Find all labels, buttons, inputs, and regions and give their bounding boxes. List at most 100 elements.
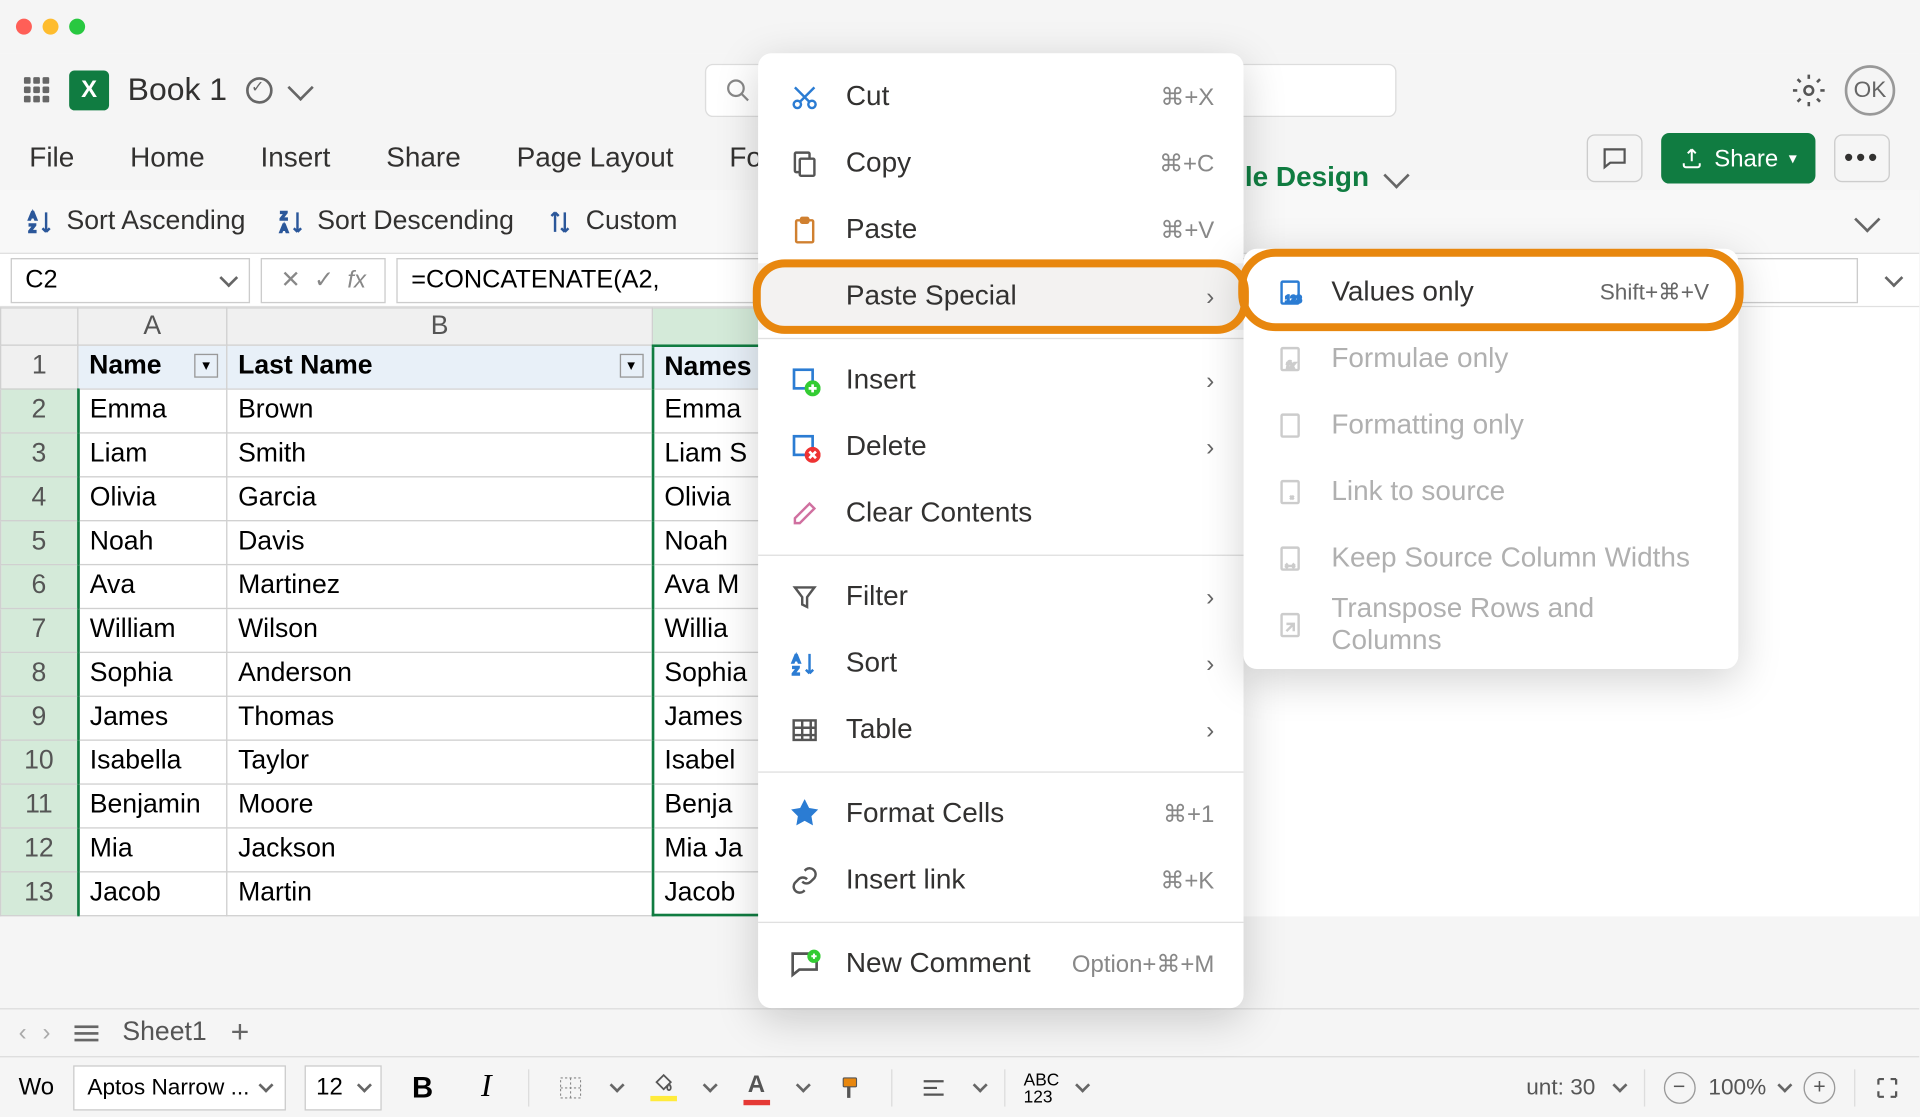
cell[interactable]: Moore: [227, 783, 653, 827]
cell[interactable]: Martinez: [227, 564, 653, 608]
row-header[interactable]: 5: [1, 520, 78, 564]
filter-dropdown-icon[interactable]: ▾: [194, 354, 218, 378]
row-header[interactable]: 10: [1, 739, 78, 783]
row-header[interactable]: 1: [1, 345, 78, 388]
menu-table-design[interactable]: le Design: [1245, 162, 1406, 194]
formula-expand-button[interactable]: [1869, 276, 1920, 284]
context-sort[interactable]: AZ Sort ›: [758, 630, 1243, 697]
cell[interactable]: Taylor: [227, 739, 653, 783]
cell[interactable]: Liam: [78, 432, 227, 476]
select-all-corner[interactable]: [1, 308, 78, 345]
cell[interactable]: Olivia: [78, 476, 227, 520]
cell[interactable]: Brown: [227, 388, 653, 432]
menu-file[interactable]: File: [29, 142, 74, 174]
cell[interactable]: Emma: [78, 388, 227, 432]
sheet-list-button[interactable]: [74, 1025, 98, 1041]
cell[interactable]: William: [78, 608, 227, 652]
sheet-nav-next[interactable]: ›: [43, 1019, 51, 1047]
chevron-down-icon[interactable]: [1612, 1077, 1627, 1092]
cell[interactable]: Davis: [227, 520, 653, 564]
row-header[interactable]: 13: [1, 871, 78, 915]
context-clear-contents[interactable]: Clear Contents: [758, 480, 1243, 547]
more-options-button[interactable]: •••: [1834, 134, 1890, 182]
chevron-down-icon[interactable]: [609, 1077, 624, 1092]
zoom-level[interactable]: 100%: [1708, 1074, 1766, 1101]
number-format-button[interactable]: ABC123: [1024, 1065, 1060, 1110]
cell[interactable]: Wilson: [227, 608, 653, 652]
cell[interactable]: Thomas: [227, 696, 653, 740]
chevron-down-icon[interactable]: [972, 1077, 987, 1092]
context-delete[interactable]: Delete ›: [758, 414, 1243, 481]
comments-button[interactable]: [1587, 134, 1643, 182]
minimize-window-button[interactable]: [43, 19, 59, 35]
close-window-button[interactable]: [16, 19, 32, 35]
settings-icon[interactable]: [1792, 72, 1827, 107]
column-header-b[interactable]: B: [227, 308, 653, 345]
bold-button[interactable]: B: [400, 1065, 445, 1110]
row-header[interactable]: 2: [1, 388, 78, 432]
ribbon-expand-icon[interactable]: [1842, 203, 1893, 240]
context-insert-link[interactable]: Insert link ⌘+K: [758, 847, 1243, 914]
chevron-down-icon[interactable]: [795, 1077, 810, 1092]
cancel-formula-icon[interactable]: ✕: [281, 266, 301, 294]
document-title[interactable]: Book 1: [128, 71, 227, 108]
zoom-out-button[interactable]: −: [1663, 1071, 1695, 1103]
context-insert[interactable]: Insert ›: [758, 347, 1243, 414]
filter-dropdown-icon[interactable]: ▾: [619, 354, 643, 378]
menu-home[interactable]: Home: [130, 142, 205, 174]
row-header[interactable]: 11: [1, 783, 78, 827]
cell[interactable]: Anderson: [227, 652, 653, 696]
cell[interactable]: Jackson: [227, 827, 653, 871]
fx-icon[interactable]: fx: [347, 266, 366, 294]
title-dropdown-icon[interactable]: [287, 74, 313, 100]
menu-page-layout[interactable]: Page Layout: [517, 142, 674, 174]
row-header[interactable]: 3: [1, 432, 78, 476]
cell[interactable]: Mia: [78, 827, 227, 871]
italic-button[interactable]: I: [464, 1065, 509, 1110]
context-copy[interactable]: Copy ⌘+C: [758, 130, 1243, 197]
context-cut[interactable]: Cut ⌘+X: [758, 64, 1243, 131]
table-header-cell[interactable]: Last Name▾: [227, 345, 653, 388]
font-color-button[interactable]: A: [734, 1065, 779, 1110]
fullscreen-icon[interactable]: [1874, 1074, 1901, 1101]
context-table[interactable]: Table ›: [758, 697, 1243, 764]
context-new-comment[interactable]: New Comment Option+⌘+M: [758, 931, 1243, 998]
sheet-tab[interactable]: Sheet1: [122, 1017, 206, 1048]
cell[interactable]: Martin: [227, 871, 653, 915]
borders-button[interactable]: [548, 1065, 593, 1110]
user-avatar[interactable]: OK: [1845, 65, 1896, 116]
cell[interactable]: Sophia: [78, 652, 227, 696]
table-header-cell[interactable]: Name▾: [78, 345, 227, 388]
row-header[interactable]: 7: [1, 608, 78, 652]
context-format-cells[interactable]: Format Cells ⌘+1: [758, 781, 1243, 848]
font-select[interactable]: Aptos Narrow ...: [73, 1065, 286, 1110]
maximize-window-button[interactable]: [69, 19, 85, 35]
sync-status-icon[interactable]: [246, 76, 273, 103]
sheet-nav-prev[interactable]: ‹: [19, 1019, 27, 1047]
row-header[interactable]: 9: [1, 696, 78, 740]
cell[interactable]: Smith: [227, 432, 653, 476]
row-header[interactable]: 6: [1, 564, 78, 608]
fill-color-button[interactable]: [641, 1065, 686, 1110]
cell[interactable]: Benjamin: [78, 783, 227, 827]
format-painter-button[interactable]: [827, 1065, 872, 1110]
row-header[interactable]: 4: [1, 476, 78, 520]
cell[interactable]: Noah: [78, 520, 227, 564]
chevron-down-icon[interactable]: [702, 1077, 717, 1092]
font-size-select[interactable]: 12: [304, 1065, 381, 1110]
context-paste[interactable]: Paste ⌘+V: [758, 197, 1243, 263]
add-sheet-button[interactable]: +: [231, 1014, 250, 1051]
menu-insert[interactable]: Insert: [261, 142, 331, 174]
alignment-button[interactable]: [911, 1065, 956, 1110]
row-header[interactable]: 12: [1, 827, 78, 871]
context-filter[interactable]: Filter ›: [758, 564, 1243, 631]
submenu-values-only[interactable]: 123 Values only Shift+⌘+V: [1244, 259, 1739, 326]
cell[interactable]: Garcia: [227, 476, 653, 520]
chevron-down-icon[interactable]: [1777, 1077, 1792, 1092]
row-header[interactable]: 8: [1, 652, 78, 696]
sort-descending-button[interactable]: ZA Sort Descending: [277, 206, 514, 237]
chevron-down-icon[interactable]: [1076, 1077, 1091, 1092]
zoom-in-button[interactable]: +: [1803, 1071, 1835, 1103]
app-launcher-icon[interactable]: [24, 76, 51, 103]
column-header-a[interactable]: A: [78, 308, 227, 345]
